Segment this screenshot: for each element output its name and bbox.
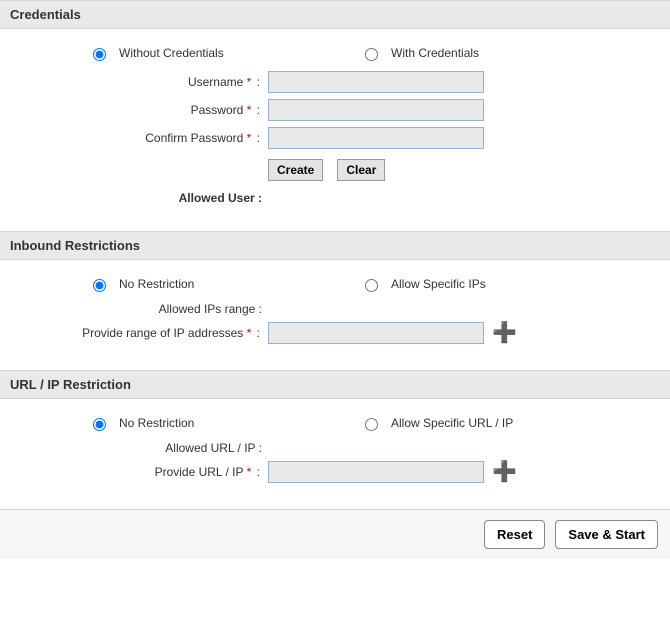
label-allowed-user: Allowed User : xyxy=(10,191,268,205)
section-body-credentials: Without Credentials With Credentials Use… xyxy=(0,29,670,231)
create-button[interactable]: Create xyxy=(268,159,323,181)
username-input[interactable] xyxy=(268,71,484,93)
radio-allow-specific-url-ip[interactable] xyxy=(365,418,378,431)
password-input[interactable] xyxy=(268,99,484,121)
label-username: Username * : xyxy=(10,75,268,89)
label-provide-ip-range: Provide range of IP addresses * : xyxy=(10,326,268,340)
add-ip-range-icon[interactable]: ➕ xyxy=(492,323,517,343)
section-header-url-ip: URL / IP Restriction xyxy=(0,370,670,399)
radio-no-restriction[interactable] xyxy=(93,279,106,292)
required-mark: * xyxy=(247,103,252,117)
row-provide-ip-range: Provide range of IP addresses * : ➕ xyxy=(10,322,660,344)
radio-allow-url-ip-label[interactable]: Allow Specific URL / IP xyxy=(391,416,513,430)
radio-group-no-restriction: No Restriction xyxy=(88,276,360,292)
radio-with-label[interactable]: With Credentials xyxy=(391,46,479,60)
required-mark: * xyxy=(247,465,252,479)
confirm-password-input[interactable] xyxy=(268,127,484,149)
url-ip-input[interactable] xyxy=(268,461,484,483)
inbound-radio-row: No Restriction Allow Specific IPs xyxy=(88,276,660,292)
row-provide-url-ip: Provide URL / IP * : ➕ xyxy=(10,461,660,483)
label-allowed-ips-range: Allowed IPs range : xyxy=(10,302,268,316)
section-body-url-ip: No Restriction Allow Specific URL / IP A… xyxy=(0,399,670,509)
section-header-credentials: Credentials xyxy=(0,0,670,29)
row-password: Password * : xyxy=(10,99,660,121)
url-ip-radio-row: No Restriction Allow Specific URL / IP xyxy=(88,415,660,431)
radio-without-label[interactable]: Without Credentials xyxy=(119,46,224,60)
radio-no-restriction-label[interactable]: No Restriction xyxy=(119,277,194,291)
radio-group-with: With Credentials xyxy=(360,45,479,61)
radio-without-credentials[interactable] xyxy=(93,48,106,61)
row-allowed-ips-range: Allowed IPs range : xyxy=(10,302,660,316)
label-allowed-url-ip: Allowed URL / IP : xyxy=(10,441,268,455)
row-confirm-password: Confirm Password * : xyxy=(10,127,660,149)
radio-allow-ips-label[interactable]: Allow Specific IPs xyxy=(391,277,486,291)
clear-button[interactable]: Clear xyxy=(337,159,385,181)
label-provide-url-ip: Provide URL / IP * : xyxy=(10,465,268,479)
required-mark: * xyxy=(247,131,252,145)
credentials-button-row: Create Clear xyxy=(268,159,660,181)
credentials-title: Credentials xyxy=(10,7,81,22)
add-url-ip-icon[interactable]: ➕ xyxy=(492,462,517,482)
row-username: Username * : xyxy=(10,71,660,93)
ip-range-input[interactable] xyxy=(268,322,484,344)
radio-group-allow-ips: Allow Specific IPs xyxy=(360,276,486,292)
inbound-title: Inbound Restrictions xyxy=(10,238,140,253)
label-password: Password * : xyxy=(10,103,268,117)
required-mark: * xyxy=(247,326,252,340)
credentials-radio-row: Without Credentials With Credentials xyxy=(88,45,660,61)
required-mark: * xyxy=(247,75,252,89)
url-ip-title: URL / IP Restriction xyxy=(10,377,131,392)
radio-url-no-restriction-label[interactable]: No Restriction xyxy=(119,416,194,430)
row-allowed-url-ip: Allowed URL / IP : xyxy=(10,441,660,455)
radio-allow-specific-ips[interactable] xyxy=(365,279,378,292)
footer-bar: Reset Save & Start xyxy=(0,509,670,559)
section-header-inbound: Inbound Restrictions xyxy=(0,231,670,260)
save-start-button[interactable]: Save & Start xyxy=(555,520,658,549)
radio-url-no-restriction[interactable] xyxy=(93,418,106,431)
radio-with-credentials[interactable] xyxy=(365,48,378,61)
row-allowed-user: Allowed User : xyxy=(10,191,660,205)
radio-group-allow-url-ip: Allow Specific URL / IP xyxy=(360,415,513,431)
reset-button[interactable]: Reset xyxy=(484,520,545,549)
section-body-inbound: No Restriction Allow Specific IPs Allowe… xyxy=(0,260,670,370)
radio-group-without: Without Credentials xyxy=(88,45,360,61)
radio-group-url-no-restriction: No Restriction xyxy=(88,415,360,431)
label-confirm-password: Confirm Password * : xyxy=(10,131,268,145)
